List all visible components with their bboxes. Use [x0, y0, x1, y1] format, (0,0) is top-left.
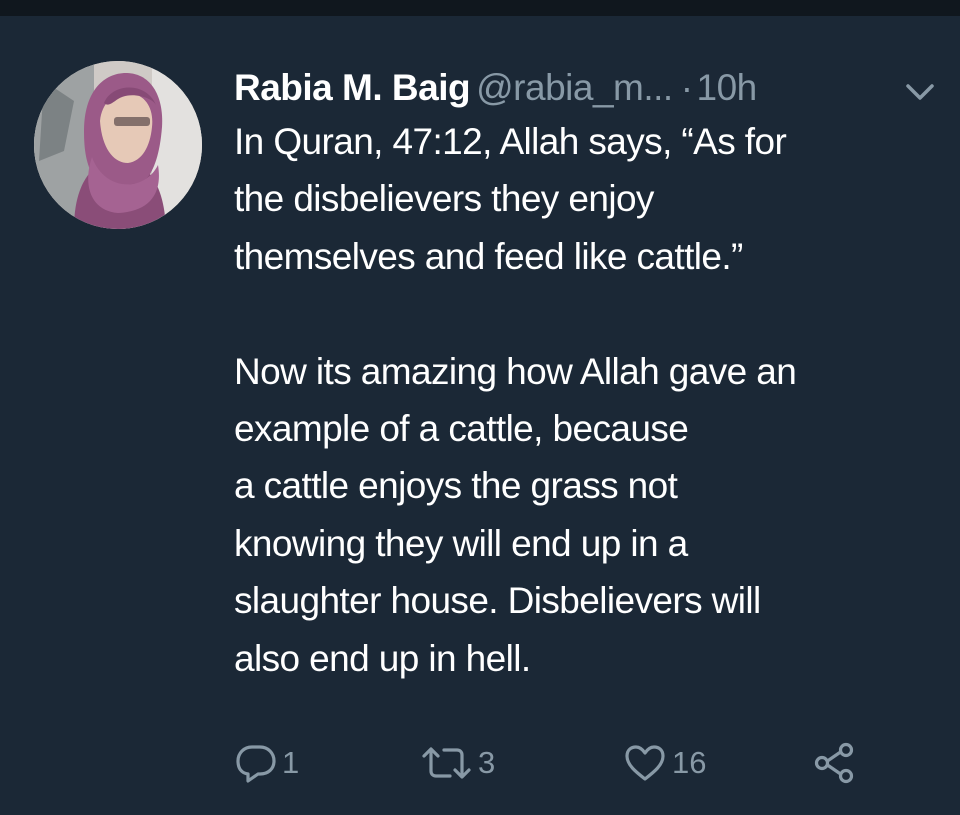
tweet-header: Rabia M. Baig @rabia_m... · 10h: [234, 62, 944, 114]
tweet-text-line: In Quran, 47:12, Allah says, “As for: [234, 121, 787, 162]
reply-button[interactable]: 1: [234, 738, 299, 788]
tweet-text: In Quran, 47:12, Allah says, “As for the…: [234, 113, 944, 687]
like-button[interactable]: 16: [622, 738, 706, 788]
status-bar: [0, 0, 960, 16]
reply-count: 1: [282, 745, 300, 780]
avatar-image: [34, 61, 202, 229]
separator-dot: ·: [680, 67, 693, 108]
tweet-text-line: themselves and feed like cattle.”: [234, 235, 743, 277]
share-button[interactable]: [812, 738, 856, 788]
reply-icon: [234, 743, 278, 783]
tweet-card[interactable]: Rabia M. Baig @rabia_m... · 10h In Quran, 4…: [0, 16, 960, 815]
tweet-text-line: also end up in hell.: [234, 637, 531, 679]
heart-icon: [622, 743, 668, 783]
share-icon: [812, 742, 856, 784]
tweet-timestamp[interactable]: 10h: [697, 67, 758, 108]
tweet-text-line: example of a cattle, because: [234, 407, 689, 449]
tweet-text-line: Now its amazing how Allah gave an: [234, 350, 797, 392]
paragraph-break: [234, 285, 944, 342]
chevron-down-icon[interactable]: [900, 78, 940, 106]
tweet-text-line: the disbelievers they enjoy: [234, 178, 654, 220]
tweet-actions: 1 3 16: [234, 738, 934, 788]
avatar[interactable]: [34, 61, 202, 229]
author-name[interactable]: Rabia M. Baig: [234, 67, 471, 108]
author-handle[interactable]: @rabia_m...: [476, 67, 673, 108]
retweet-icon: [420, 743, 474, 783]
tweet-text-line: a cattle enjoys the grass not: [234, 465, 678, 507]
retweet-button[interactable]: 3: [420, 738, 495, 788]
retweet-count: 3: [478, 745, 496, 780]
tweet-text-line: slaughter house. Disbelievers will: [234, 580, 761, 622]
tweet-text-line: knowing they will end up in a: [234, 522, 688, 564]
like-count: 16: [672, 745, 707, 780]
